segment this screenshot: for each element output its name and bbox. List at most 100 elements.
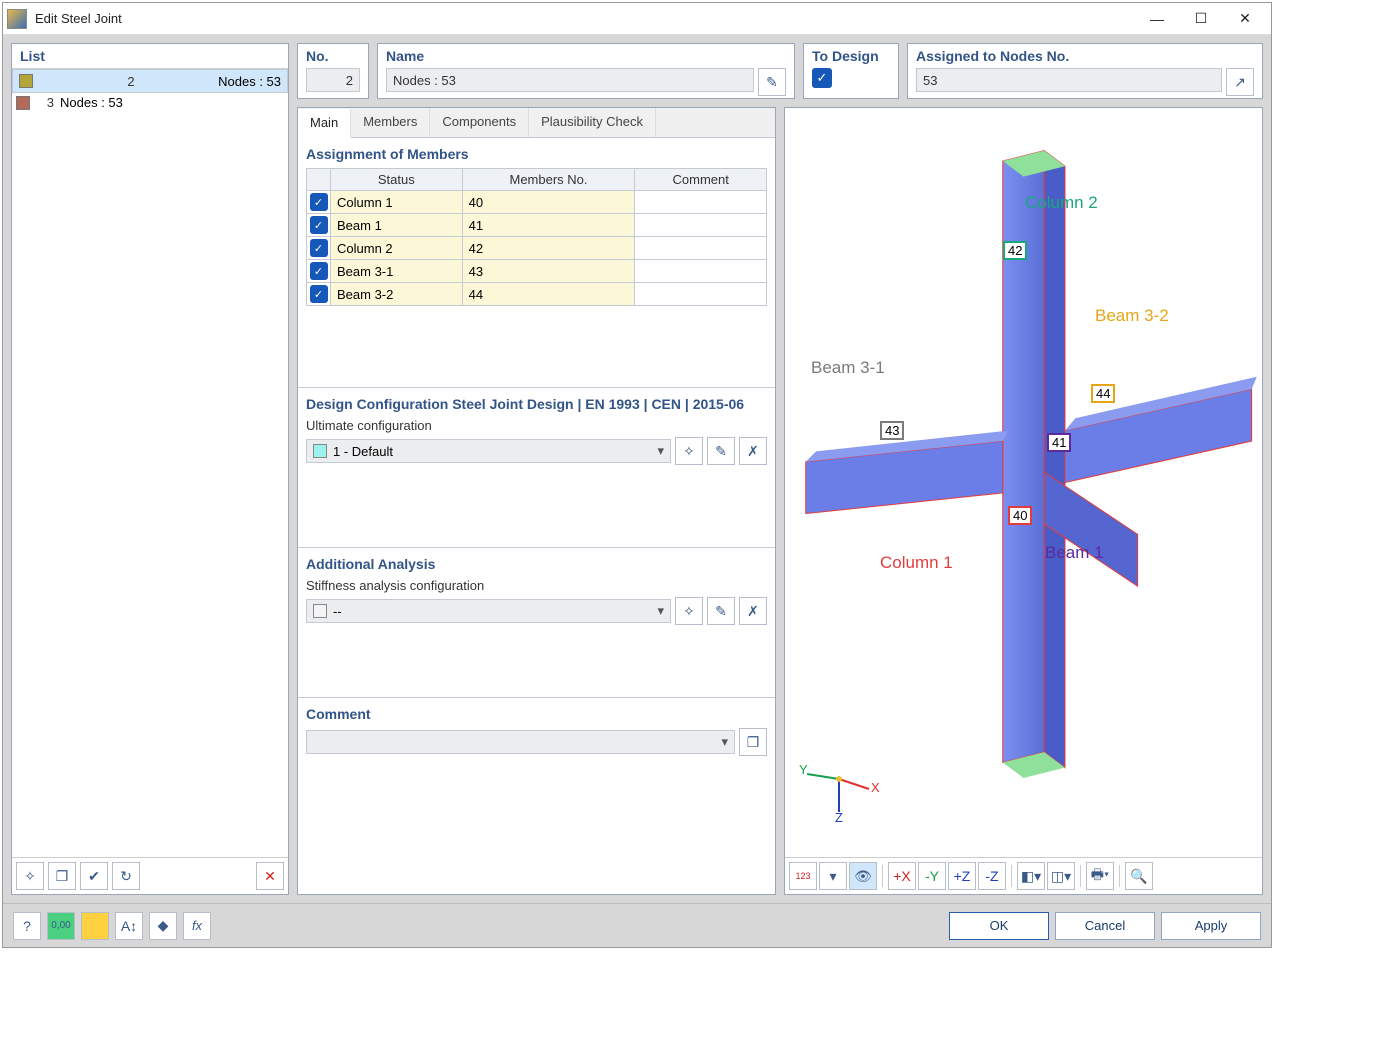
table-row[interactable]: ✓ Beam 3-1 43 (307, 260, 767, 283)
view-numbers-button[interactable]: 123 (789, 862, 817, 890)
label-column-2: Column 2 (1025, 193, 1098, 213)
cancel-button[interactable]: Cancel (1055, 912, 1155, 940)
tab-members[interactable]: Members (351, 108, 430, 137)
check-cycle-button[interactable]: ↻ (112, 862, 140, 890)
app-icon (7, 9, 27, 29)
label-button[interactable]: A↕ (115, 912, 143, 940)
view-eye-button[interactable]: 👁 (849, 862, 877, 890)
main-row: Main Members Components Plausibility Che… (297, 107, 1263, 895)
copy-item-button[interactable]: ❐ (48, 862, 76, 890)
label-beam-3-2: Beam 3-2 (1095, 306, 1169, 326)
list-items: 2 Nodes : 53 3 Nodes : 53 (12, 69, 288, 857)
edit-name-button[interactable]: ✎ (758, 68, 786, 96)
view-plus-z-button[interactable]: +Z (948, 862, 976, 890)
delete-stiffness-button[interactable]: ✗ (739, 597, 767, 625)
tab-bar: Main Members Components Plausibility Che… (298, 108, 775, 138)
maximize-button[interactable]: ☐ (1179, 5, 1223, 33)
list-index: 2 (117, 74, 135, 89)
additional-title: Additional Analysis (306, 556, 767, 572)
list-item[interactable]: 2 Nodes : 53 (12, 69, 288, 93)
members-table: Status Members No. Comment ✓ Column 1 40 (306, 168, 767, 306)
row-checkbox[interactable]: ✓ (310, 193, 328, 211)
row-checkbox[interactable]: ✓ (310, 285, 328, 303)
right-pane: No. 2 Name Nodes : 53 ✎ To Design ✓ Assi… (297, 43, 1263, 895)
chevron-down-icon: ▾ (657, 603, 664, 619)
chevron-down-icon: ▾ (721, 734, 728, 750)
assignment-section: Assignment of Members Status Members No.… (298, 138, 775, 388)
name-label: Name (386, 48, 786, 64)
list-toolbar: ✧ ❐ ✔ ↻ ✕ (12, 857, 288, 894)
dialog-body: List 2 Nodes : 53 3 Nodes : 53 ✧ ❐ ✔ ↻ (3, 35, 1271, 903)
view-plus-x-button[interactable]: +X (888, 862, 916, 890)
pick-nodes-button[interactable]: ↗ (1226, 68, 1254, 96)
comment-library-button[interactable]: ❐ (739, 728, 767, 756)
list-item[interactable]: 3 Nodes : 53 (12, 93, 288, 112)
edit-stiffness-button[interactable]: ✎ (707, 597, 735, 625)
ok-button[interactable]: OK (949, 912, 1049, 940)
delete-config-button[interactable]: ✗ (739, 437, 767, 465)
edit-config-button[interactable]: ✎ (707, 437, 735, 465)
form-column: Main Members Components Plausibility Che… (297, 107, 776, 895)
row-checkbox[interactable]: ✓ (310, 262, 328, 280)
3d-view[interactable]: Column 2 Column 1 Beam 1 Beam 3-1 Beam 3… (785, 108, 1262, 857)
col-check (307, 169, 331, 191)
3d-scene (785, 108, 1262, 857)
new-item-button[interactable]: ✧ (16, 862, 44, 890)
name-input[interactable]: Nodes : 53 (386, 68, 754, 92)
node-42: 42 (1003, 241, 1027, 260)
color-swatch (16, 96, 30, 110)
dialog-footer: ? 0,00 A↕ ◆ fx OK Cancel Apply (3, 903, 1271, 947)
apply-button[interactable]: Apply (1161, 912, 1261, 940)
assignment-title: Assignment of Members (306, 146, 767, 162)
col-members: Members No. (462, 169, 635, 191)
tab-main[interactable]: Main (298, 109, 351, 138)
assigned-label: Assigned to Nodes No. (916, 48, 1254, 64)
table-row[interactable]: ✓ Beam 1 41 (307, 214, 767, 237)
window-title: Edit Steel Joint (35, 11, 1135, 26)
assigned-card: Assigned to Nodes No. 53 ↗ (907, 43, 1263, 99)
view-minus-y-button[interactable]: -Y (918, 862, 946, 890)
ultimate-select[interactable]: 1 - Default ▾ (306, 439, 671, 463)
close-button[interactable]: ✕ (1223, 5, 1267, 33)
color-swatch (19, 74, 33, 88)
fx-button[interactable]: fx (183, 912, 211, 940)
row-checkbox[interactable]: ✓ (310, 216, 328, 234)
minimize-button[interactable]: — (1135, 5, 1179, 33)
name-card: Name Nodes : 53 ✎ (377, 43, 795, 99)
table-row[interactable]: ✓ Column 1 40 (307, 191, 767, 214)
to-design-checkbox[interactable]: ✓ (812, 68, 832, 88)
col-comment: Comment (635, 169, 767, 191)
view-cube-button[interactable]: ◫▾ (1047, 862, 1075, 890)
new-stiffness-button[interactable]: ✧ (675, 597, 703, 625)
node-43: 43 (880, 421, 904, 440)
design-config-section: Design Configuration Steel Joint Design … (298, 388, 775, 548)
color-button[interactable] (81, 912, 109, 940)
view-display-button[interactable]: ◧▾ (1017, 862, 1045, 890)
additional-section: Additional Analysis Stiffness analysis c… (298, 548, 775, 698)
new-config-button[interactable]: ✧ (675, 437, 703, 465)
no-label: No. (306, 48, 360, 64)
delete-button[interactable]: ✕ (256, 862, 284, 890)
viewer-toolbar: 123 ▾ 👁 +X -Y +Z -Z ◧▾ ◫▾ 🖶▾ (785, 857, 1262, 894)
print-button[interactable]: 🖶▾ (1086, 862, 1114, 890)
label-beam-1: Beam 1 (1045, 543, 1104, 563)
help-button[interactable]: ? (13, 912, 41, 940)
zoom-reset-button[interactable]: 🔍 (1125, 862, 1153, 890)
table-row[interactable]: ✓ Column 2 42 (307, 237, 767, 260)
check-button[interactable]: ✔ (80, 862, 108, 890)
units-button[interactable]: 0,00 (47, 912, 75, 940)
no-input[interactable]: 2 (306, 68, 360, 92)
comment-input[interactable]: ▾ (306, 730, 735, 754)
header-cards: No. 2 Name Nodes : 53 ✎ To Design ✓ Assi… (297, 43, 1263, 99)
node-40: 40 (1008, 506, 1032, 525)
theme-button[interactable]: ◆ (149, 912, 177, 940)
row-checkbox[interactable]: ✓ (310, 239, 328, 257)
view-minus-z-button[interactable]: -Z (978, 862, 1006, 890)
assigned-input[interactable]: 53 (916, 68, 1222, 92)
tab-plausibility[interactable]: Plausibility Check (529, 108, 656, 137)
table-row[interactable]: ✓ Beam 3-2 44 (307, 283, 767, 306)
stiffness-label: Stiffness analysis configuration (306, 578, 767, 593)
stiffness-select[interactable]: -- ▾ (306, 599, 671, 623)
view-more-button[interactable]: ▾ (819, 862, 847, 890)
tab-components[interactable]: Components (430, 108, 529, 137)
